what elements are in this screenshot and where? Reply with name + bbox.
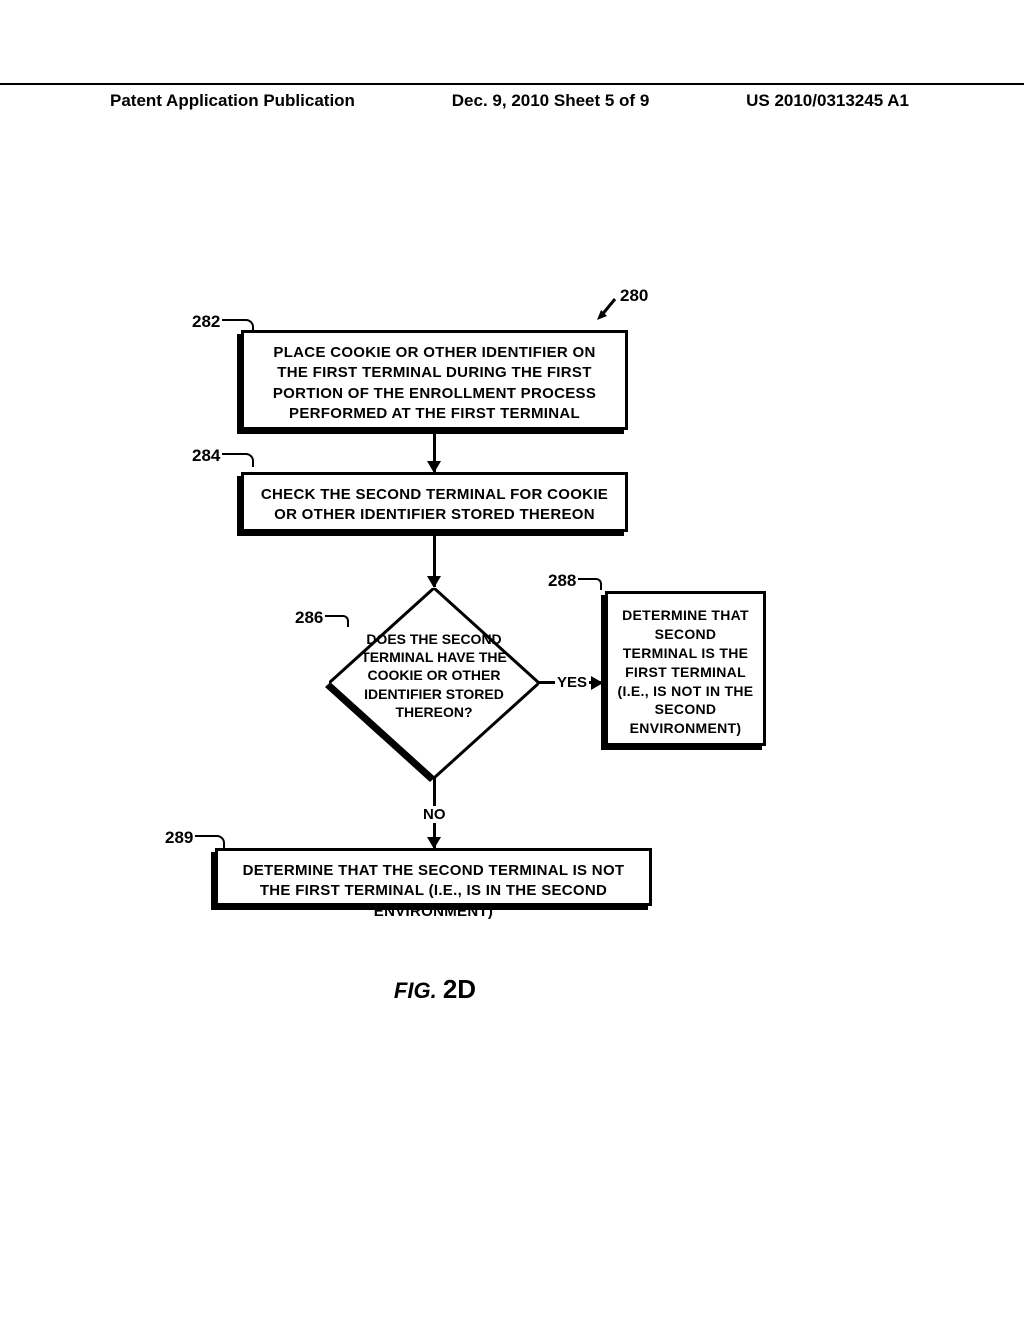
ref-leader-289 — [195, 835, 225, 849]
ref-label-289: 289 — [165, 828, 193, 848]
ref-label-280: 280 — [620, 286, 648, 306]
process-box-289: DETERMINE THAT THE SECOND TERMINAL IS NO… — [215, 848, 652, 906]
figure-number: 2D — [443, 974, 476, 1004]
header-center: Dec. 9, 2010 Sheet 5 of 9 — [452, 91, 650, 111]
decision-diamond-286: DOES THE SECOND TERMINAL HAVE THE COOKIE… — [329, 588, 539, 778]
ref-label-284: 284 — [192, 446, 220, 466]
ref-leader-288 — [578, 578, 602, 590]
edge-label-yes: YES — [555, 674, 589, 691]
ref-label-286: 286 — [295, 608, 323, 628]
process-box-284: CHECK THE SECOND TERMINAL FOR COOKIE OR … — [241, 472, 628, 532]
ref-label-282: 282 — [192, 312, 220, 332]
figure-label: FIG. 2D — [0, 974, 870, 1005]
decision-text: DOES THE SECOND TERMINAL HAVE THE COOKIE… — [339, 630, 529, 721]
ref-label-288: 288 — [548, 571, 576, 591]
process-box-282: PLACE COOKIE OR OTHER IDENTIFIER ON THE … — [241, 330, 628, 430]
ref-arrow-280-icon — [595, 296, 619, 322]
ref-leader-284 — [222, 453, 254, 467]
figure-prefix: FIG. — [394, 978, 443, 1003]
header-right: US 2010/0313245 A1 — [746, 91, 909, 111]
connector-arrow — [433, 532, 436, 587]
process-box-288: DETERMINE THAT SECOND TERMINAL IS THE FI… — [605, 591, 766, 746]
connector-arrow — [433, 430, 436, 472]
page-header: Patent Application Publication Dec. 9, 2… — [0, 83, 1024, 111]
edge-label-no: NO — [421, 806, 448, 823]
header-left: Patent Application Publication — [110, 91, 355, 111]
